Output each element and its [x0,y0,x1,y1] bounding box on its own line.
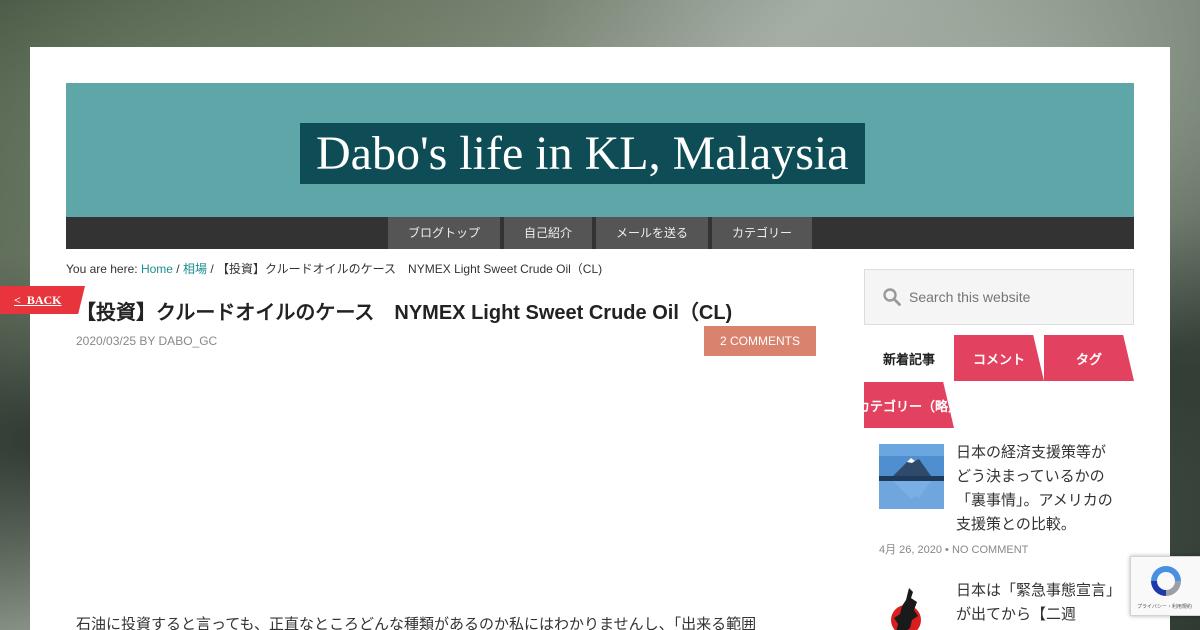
article-title[interactable]: 日本の経済支援策等がどう決まっているかの「裏事情」。アメリカの支援策との比較。 [956,440,1116,536]
post-meta: 2020/03/25 BY DABO_GC [76,334,218,348]
main-nav: ブログトップ 自己紹介 メールを送る カテゴリー [66,217,1134,249]
back-arrow-icon: < [14,293,21,307]
meta-separator: • [942,544,952,556]
article-meta: 4月 26, 2020 • NO COMMENT [879,541,1028,557]
article-title[interactable]: 日本は「緊急事態宣言」が出てから【二週 [956,578,1116,626]
search-box [864,269,1134,325]
breadcrumb-prefix: You are here: [66,262,141,276]
tab-new-posts[interactable]: 新着記事 [864,335,954,381]
tab-tags[interactable]: タグ [1044,335,1134,381]
tab-comments[interactable]: コメント [954,335,1044,381]
breadcrumb-current: 【投資】クルードオイルのケース NYMEX Light Sweet Crude … [217,262,603,276]
nav-item-contact[interactable]: メールを送る [596,217,709,249]
article-thumbnail[interactable] [879,582,944,630]
breadcrumb: You are here: Home / 相場 / 【投資】クルードオイルのケー… [66,260,602,277]
tab-categories[interactable]: カテゴリー（略） [864,382,954,428]
breadcrumb-category-link[interactable]: 相場 [183,262,207,276]
back-label: BACK [26,293,62,307]
search-input[interactable] [909,270,1129,324]
comments-button[interactable]: 2 COMMENTS [704,326,816,356]
article-date: 4月 26, 2020 [879,544,942,556]
back-button[interactable]: < BACK [0,286,85,314]
breadcrumb-home-link[interactable]: Home [141,262,173,276]
site-header: Dabo's life in KL, Malaysia [66,83,1134,217]
recaptcha-badge[interactable]: プライバシー・利用規約 [1130,556,1200,616]
nav-item-about[interactable]: 自己紹介 [504,217,593,249]
article-thumbnail[interactable] [879,444,944,509]
nav-item-category[interactable]: カテゴリー [712,217,813,249]
nav-item-blog-top[interactable]: ブログトップ [388,217,501,249]
breadcrumb-separator: / [172,262,183,276]
post-body: 石油に投資すると言っても、正直なところどんな種類があるのか私にはわかりませんし、… [76,615,757,630]
article-comments[interactable]: NO COMMENT [952,544,1028,556]
site-title[interactable]: Dabo's life in KL, Malaysia [300,123,865,184]
page-container: Dabo's life in KL, Malaysia ブログトップ 自己紹介 … [30,47,1170,630]
recaptcha-footer[interactable]: プライバシー・利用規約 [1137,603,1192,610]
recaptcha-icon [1151,566,1181,596]
breadcrumb-separator: / [207,262,218,276]
post-title: 【投資】クルードオイルのケース NYMEX Light Sweet Crude … [76,302,733,324]
search-icon[interactable] [883,288,901,306]
